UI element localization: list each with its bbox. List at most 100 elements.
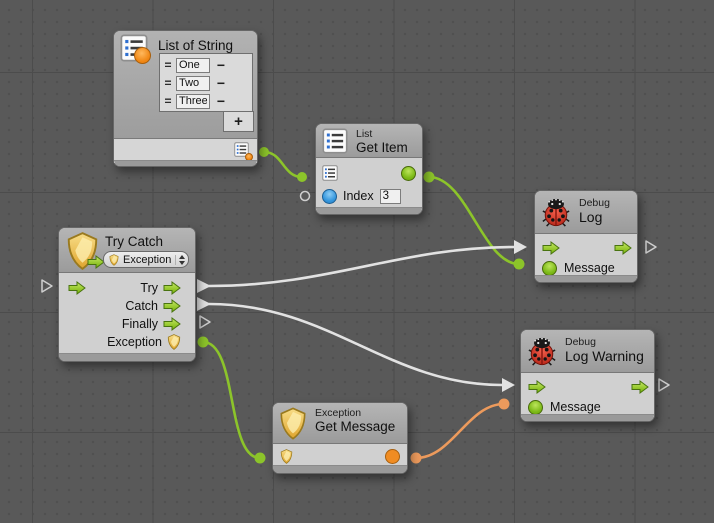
wire-endpoint (499, 399, 510, 410)
node-exception-get-message[interactable]: Exception Get Message (272, 402, 408, 474)
node-footer (316, 207, 422, 214)
node-body: Try Catch Finally Exception (59, 273, 195, 356)
node-body: Message (535, 234, 637, 278)
port-label: Catch (125, 299, 158, 313)
node-get-item[interactable]: List Get Item Index (315, 123, 423, 215)
finally-output-port[interactable] (163, 317, 181, 331)
list-icon (322, 128, 348, 154)
node-title: Log Warning (565, 348, 644, 364)
ladybug-icon (527, 336, 557, 366)
node-caption: Debug (565, 336, 644, 348)
message-input-port[interactable] (542, 261, 557, 276)
enter-input-port[interactable] (528, 380, 546, 394)
wire-source-arrow (197, 297, 211, 311)
graph-canvas[interactable]: List of String = − = − = − (0, 0, 714, 523)
wire-dest-arrow (514, 240, 527, 254)
port-label: Exception (107, 335, 162, 349)
orange-ball-icon (134, 47, 151, 64)
list-inline-editor: = − = − = − (159, 53, 253, 112)
list-output-port[interactable] (234, 142, 252, 160)
node-header: Debug Log Warning (521, 330, 654, 373)
node-caption: Exception (315, 407, 395, 419)
exception-output-port[interactable] (167, 334, 181, 350)
popup-arrows-icon (175, 255, 185, 265)
shield-icon (66, 231, 102, 273)
node-caption: List (356, 128, 408, 140)
remove-item-button[interactable]: − (213, 95, 229, 107)
enter-input-port[interactable] (542, 241, 560, 255)
index-input-port[interactable] (322, 189, 337, 204)
wire-exception-to-getmessage[interactable] (203, 342, 260, 458)
port-label: Index (343, 189, 374, 203)
drag-handle-icon[interactable]: = (163, 78, 173, 88)
list-input-port[interactable] (322, 165, 338, 181)
unconnected-output-marker (646, 241, 656, 253)
wire-endpoint (255, 453, 266, 464)
node-caption: Debug (579, 197, 610, 209)
list-item-input[interactable] (176, 94, 210, 109)
port-label: Finally (122, 317, 158, 331)
exit-output-port[interactable] (614, 241, 632, 255)
node-title: Get Message (315, 419, 395, 435)
node-footer (273, 465, 407, 473)
wire-endpoint (411, 453, 422, 464)
wire-endpoint (424, 172, 435, 183)
list-item-row: = − (162, 56, 250, 74)
port-label: Message (550, 400, 601, 414)
node-title: Get Item (356, 140, 408, 156)
shield-icon (279, 407, 307, 440)
node-footer (59, 353, 195, 361)
node-header: List Get Item (316, 124, 422, 158)
unconnected-output-marker (659, 379, 669, 391)
node-body: Index (316, 158, 422, 210)
wire-endpoint (297, 172, 307, 182)
node-header: Exception Get Message (273, 403, 407, 444)
drag-handle-icon[interactable]: = (163, 96, 173, 106)
wire-list-to-getitem[interactable] (264, 152, 302, 177)
catch-output-port[interactable] (163, 299, 181, 313)
remove-item-button[interactable]: − (213, 59, 229, 71)
try-output-port[interactable] (163, 281, 181, 295)
wire-endpoint (259, 147, 269, 157)
node-footer (521, 414, 654, 421)
exception-type-dropdown[interactable]: Exception (103, 251, 189, 268)
remove-item-button[interactable]: − (213, 77, 229, 89)
node-header: Try Catch Exception (59, 228, 195, 273)
drag-handle-icon[interactable]: = (163, 60, 173, 70)
node-try-catch[interactable]: Try Catch Exception Try Catch (58, 227, 196, 362)
add-item-button[interactable]: + (231, 116, 247, 128)
message-output-port[interactable] (385, 449, 400, 464)
node-header: Debug Log (535, 191, 637, 234)
node-debug-log[interactable]: Debug Log Message (534, 190, 638, 283)
wire-endpoint (198, 337, 209, 348)
wire-dest-arrow (502, 378, 515, 392)
item-output-port[interactable] (401, 166, 416, 181)
exit-output-port[interactable] (631, 380, 649, 394)
node-title: Try Catch (105, 234, 163, 250)
wire-catch-to-logwarning[interactable] (209, 304, 502, 385)
node-list-of-string[interactable]: List of String = − = − = − (113, 30, 258, 167)
list-item-input[interactable] (176, 76, 210, 91)
message-input-port[interactable] (528, 400, 543, 415)
exception-input-port[interactable] (280, 449, 293, 464)
shield-icon (109, 254, 119, 266)
node-title: List of String (158, 38, 233, 54)
index-value-input[interactable] (380, 189, 401, 204)
unconnected-input-marker (301, 192, 310, 201)
enter-input-port[interactable] (68, 281, 86, 295)
port-label: Message (564, 261, 615, 275)
node-body: Message (521, 373, 654, 417)
wire-try-to-log[interactable] (209, 247, 514, 286)
wire-source-arrow (197, 279, 211, 293)
node-footer (535, 275, 637, 282)
list-item-input[interactable] (176, 58, 210, 73)
unconnected-input-marker (42, 280, 52, 292)
node-footer (114, 160, 257, 166)
list-item-row: = − (162, 92, 250, 110)
wire-getmessage-to-logwarning-message[interactable] (416, 404, 504, 458)
ladybug-icon (541, 197, 571, 227)
node-debug-log-warning[interactable]: Debug Log Warning Message (520, 329, 655, 422)
dropdown-value: Exception (123, 254, 171, 266)
unconnected-output-marker (200, 316, 210, 328)
add-item-panel: + (223, 111, 254, 132)
